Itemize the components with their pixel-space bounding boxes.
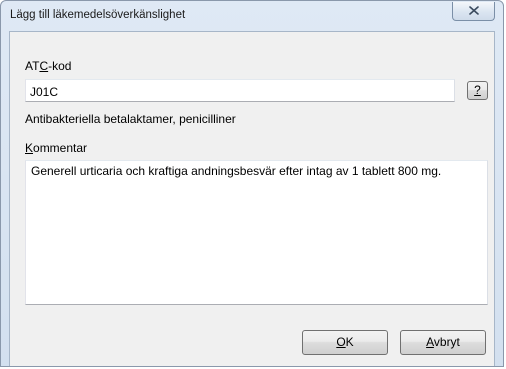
help-button[interactable]: ? [467,81,488,100]
comment-label: Kommentar [25,141,88,155]
title-bar[interactable]: Lägg till läkemedelsöverkänslighet [1,1,503,31]
ok-button[interactable]: OK [302,330,388,355]
close-button[interactable] [452,2,495,21]
comment-textarea[interactable]: Generell urticaria och kraftiga andnings… [25,160,488,305]
atc-code-label: ATC-kod [25,59,72,73]
atc-description: Antibakteriella betalaktamer, penicillin… [25,112,236,126]
dialog-window: Lägg till läkemedelsöverkänslighet ATC-k… [0,0,504,367]
dialog-body: ATC-kod ? Antibakteriella betalaktamer, … [9,31,495,366]
cancel-button[interactable]: Avbryt [400,330,486,355]
dialog-title: Lägg till läkemedelsöverkänslighet [10,9,186,21]
atc-code-input[interactable] [25,79,455,102]
close-icon [469,6,479,15]
